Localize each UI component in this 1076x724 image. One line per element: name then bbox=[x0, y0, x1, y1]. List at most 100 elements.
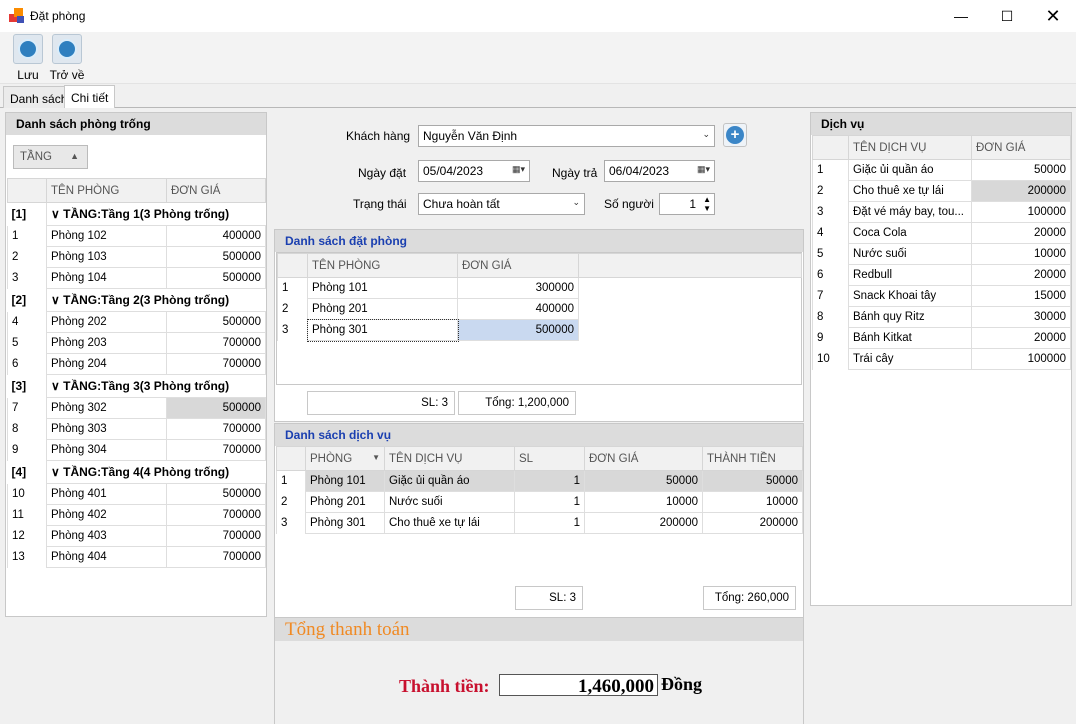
table-row[interactable]: 2 Cho thuê xe tự lái 200000 bbox=[812, 180, 1071, 202]
floor-group-row[interactable]: [4] ∨ TẦNG:Tầng 4(4 Phòng trống) bbox=[7, 460, 266, 484]
unit-price[interactable]: 10000 bbox=[584, 491, 703, 513]
quantity[interactable]: 1 bbox=[514, 491, 585, 513]
room-price[interactable]: 500000 bbox=[166, 267, 266, 289]
table-row[interactable]: 9 Bánh Kitkat 20000 bbox=[812, 327, 1071, 349]
table-row[interactable]: 3 Phòng 104 500000 bbox=[7, 267, 266, 289]
room-price[interactable]: 700000 bbox=[166, 504, 266, 526]
table-row[interactable]: 6 Redbull 20000 bbox=[812, 264, 1071, 286]
room-name[interactable]: Phòng 201 bbox=[307, 298, 458, 320]
table-row[interactable]: 2 Phòng 201 400000 bbox=[277, 298, 802, 320]
room-price[interactable]: 700000 bbox=[166, 418, 266, 440]
room-name[interactable]: Phòng 302 bbox=[46, 397, 167, 419]
room-price[interactable]: 700000 bbox=[166, 332, 266, 354]
status-combobox[interactable]: Chưa hoàn tất ⌄ bbox=[418, 193, 585, 215]
service-price[interactable]: 100000 bbox=[971, 201, 1071, 223]
room-name[interactable]: Phòng 103 bbox=[46, 246, 167, 268]
chevron-down-icon[interactable]: ∨ bbox=[51, 207, 63, 221]
service-name[interactable]: Giặc ủi quần áo bbox=[384, 470, 515, 492]
floor-group-row[interactable]: [2] ∨ TẦNG:Tầng 2(3 Phòng trống) bbox=[7, 288, 266, 312]
table-row[interactable]: 4 Phòng 202 500000 bbox=[7, 311, 266, 333]
customer-combobox[interactable]: Nguyễn Văn Định ⌄ bbox=[418, 125, 715, 147]
service-name[interactable]: Snack Khoai tây bbox=[848, 285, 972, 307]
room-price[interactable]: 500000 bbox=[166, 397, 266, 419]
room-price[interactable]: 400000 bbox=[166, 225, 266, 247]
room-price[interactable]: 700000 bbox=[166, 546, 266, 568]
chevron-down-icon[interactable]: ∨ bbox=[51, 465, 63, 479]
minimize-button[interactable]: — bbox=[938, 0, 984, 32]
table-row[interactable]: 8 Bánh quy Ritz 30000 bbox=[812, 306, 1071, 328]
service-price[interactable]: 20000 bbox=[971, 222, 1071, 244]
table-row[interactable]: 3 Phòng 301 500000 bbox=[277, 318, 802, 342]
amount[interactable]: 200000 bbox=[702, 512, 803, 534]
col-price[interactable]: ĐƠN GIÁ bbox=[584, 446, 703, 471]
room-price[interactable]: 500000 bbox=[166, 483, 266, 505]
service-price[interactable]: 15000 bbox=[971, 285, 1071, 307]
unit-price[interactable]: 200000 bbox=[584, 512, 703, 534]
tab-detail[interactable]: Chi tiết bbox=[64, 85, 116, 108]
service-name[interactable]: Giặc ủi quần áo bbox=[848, 159, 972, 181]
table-row[interactable]: 1 Phòng 102 400000 bbox=[7, 225, 266, 247]
table-row[interactable]: 10 Trái cây 100000 bbox=[812, 348, 1071, 370]
room-name[interactable]: Phòng 202 bbox=[46, 311, 167, 333]
room-price[interactable]: 700000 bbox=[166, 353, 266, 375]
service-name[interactable]: Redbull bbox=[848, 264, 972, 286]
service-price[interactable]: 200000 bbox=[971, 180, 1071, 202]
service-price[interactable]: 50000 bbox=[971, 159, 1071, 181]
service-name[interactable]: Trái cây bbox=[848, 348, 972, 370]
table-row[interactable]: 8 Phòng 303 700000 bbox=[7, 418, 266, 440]
service-name[interactable]: Cho thuê xe tự lái bbox=[848, 180, 972, 202]
table-row[interactable]: 4 Coca Cola 20000 bbox=[812, 222, 1071, 244]
service-name[interactable]: Cho thuê xe tự lái bbox=[384, 512, 515, 534]
col-service-name[interactable]: TÊN DỊCH VỤ bbox=[384, 446, 515, 471]
service-name[interactable]: Đặt vé máy bay, tou... bbox=[848, 201, 972, 223]
group-by-floor-button[interactable]: TẦNG ▲ bbox=[13, 145, 88, 169]
room-name[interactable]: Phòng 402 bbox=[46, 504, 167, 526]
room-name[interactable]: Phòng 104 bbox=[46, 267, 167, 289]
people-spinner[interactable]: 1 ▲ ▼ bbox=[659, 193, 715, 215]
filter-icon[interactable]: ▼ bbox=[372, 453, 380, 462]
floor-group-label[interactable]: ∨ TẦNG:Tầng 4(4 Phòng trống) bbox=[46, 460, 266, 484]
table-row[interactable]: 12 Phòng 403 700000 bbox=[7, 525, 266, 547]
room-price[interactable]: 400000 bbox=[457, 298, 579, 320]
quantity[interactable]: 1 bbox=[514, 470, 585, 492]
service-name[interactable]: Coca Cola bbox=[848, 222, 972, 244]
room-price[interactable]: 700000 bbox=[166, 525, 266, 547]
room[interactable]: Phòng 201 bbox=[305, 491, 385, 513]
room-price[interactable]: 500000 bbox=[166, 311, 266, 333]
chevron-down-icon[interactable]: ∨ bbox=[51, 379, 63, 393]
room-price[interactable]: 700000 bbox=[166, 439, 266, 461]
room-name[interactable]: Phòng 301 bbox=[306, 318, 459, 342]
service-price[interactable]: 30000 bbox=[971, 306, 1071, 328]
col-price[interactable]: ĐƠN GIÁ bbox=[166, 178, 266, 203]
table-row[interactable]: 1 Phòng 101 Giặc ủi quần áo 1 50000 50000 bbox=[276, 470, 803, 492]
table-row[interactable]: 9 Phòng 304 700000 bbox=[7, 439, 266, 461]
service-name[interactable]: Bánh quy Ritz bbox=[848, 306, 972, 328]
service-price[interactable]: 10000 bbox=[971, 243, 1071, 265]
col-price[interactable]: ĐƠN GIÁ bbox=[971, 135, 1071, 160]
table-row[interactable]: 5 Phòng 203 700000 bbox=[7, 332, 266, 354]
checkout-date-picker[interactable]: 06/04/2023 ▦▾ bbox=[604, 160, 715, 182]
room-name[interactable]: Phòng 401 bbox=[46, 483, 167, 505]
table-row[interactable]: 5 Nước suối 10000 bbox=[812, 243, 1071, 265]
room-name[interactable]: Phòng 101 bbox=[307, 277, 458, 299]
service-name[interactable]: Nước suối bbox=[848, 243, 972, 265]
room-name[interactable]: Phòng 403 bbox=[46, 525, 167, 547]
service-price[interactable]: 100000 bbox=[971, 348, 1071, 370]
chevron-down-icon[interactable]: ∨ bbox=[51, 293, 63, 307]
service-price[interactable]: 20000 bbox=[971, 327, 1071, 349]
table-row[interactable]: 3 Phòng 301 Cho thuê xe tự lái 1 200000 20000… bbox=[276, 512, 803, 534]
room-name[interactable]: Phòng 204 bbox=[46, 353, 167, 375]
table-row[interactable]: 2 Phòng 201 Nước suối 1 10000 10000 bbox=[276, 491, 803, 513]
close-button[interactable]: ✕ bbox=[1030, 0, 1076, 32]
room-name[interactable]: Phòng 102 bbox=[46, 225, 167, 247]
room-name[interactable]: Phòng 404 bbox=[46, 546, 167, 568]
table-row[interactable]: 10 Phòng 401 500000 bbox=[7, 483, 266, 505]
amount[interactable]: 50000 bbox=[702, 470, 803, 492]
col-price[interactable]: ĐƠN GIÁ bbox=[457, 253, 579, 278]
room[interactable]: Phòng 301 bbox=[305, 512, 385, 534]
col-room[interactable]: PHÒNG ▼ bbox=[305, 446, 385, 471]
maximize-button[interactable]: ☐ bbox=[984, 0, 1030, 32]
room-price[interactable]: 500000 bbox=[166, 246, 266, 268]
room-name[interactable]: Phòng 304 bbox=[46, 439, 167, 461]
table-row[interactable]: 1 Giặc ủi quần áo 50000 bbox=[812, 159, 1071, 181]
